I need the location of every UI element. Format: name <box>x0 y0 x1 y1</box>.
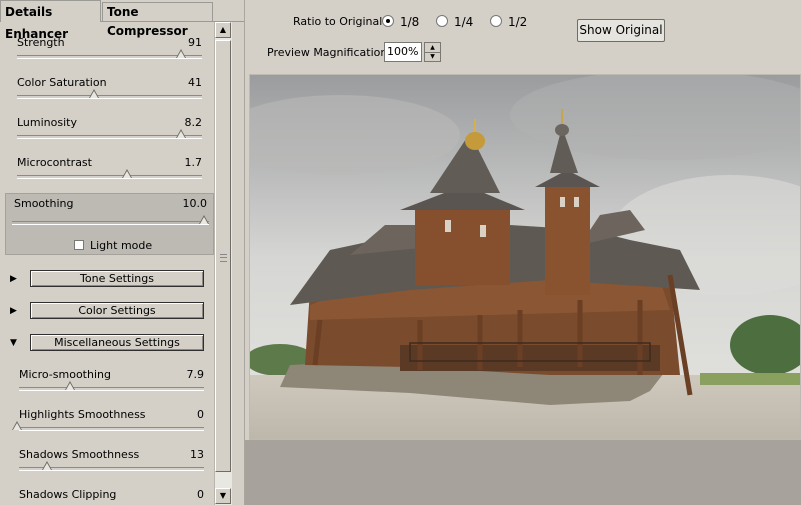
misc-settings-section: ▼ Miscellaneous Settings <box>0 332 214 354</box>
ratio-1-8-radio[interactable] <box>382 15 394 27</box>
highlights-smoothness-thumb[interactable] <box>12 421 22 430</box>
microcontrast-value: 1.7 <box>184 156 203 169</box>
microcontrast-thumb[interactable] <box>122 169 132 178</box>
color-saturation-label: Color Saturation <box>17 76 107 89</box>
tab-bar: Details Enhancer Tone Compressor <box>0 0 244 41</box>
highlights-smoothness-track[interactable] <box>19 427 204 431</box>
light-mode-label: Light mode <box>90 239 153 252</box>
ratio-1-4-radio[interactable] <box>436 15 448 27</box>
ratio-1-8-label: 1/8 <box>400 15 420 29</box>
settings-scroll-area: Strength 91 Color Saturation 41 Luminosi… <box>0 22 214 505</box>
spin-down-icon[interactable]: ▼ <box>425 52 440 61</box>
highlights-smoothness-value: 0 <box>197 408 204 421</box>
smoothing-label: Smoothing <box>14 197 74 210</box>
expand-arrow-icon[interactable]: ▶ <box>10 274 17 284</box>
preview-image <box>249 74 801 440</box>
micro-smoothing-slider-row: Micro-smoothing 7.9 <box>0 354 214 394</box>
shadows-clipping-label: Shadows Clipping <box>19 488 117 501</box>
shadows-smoothness-thumb[interactable] <box>41 461 52 470</box>
ratio-label: Ratio to Original: <box>293 15 387 28</box>
ratio-1-2-radio[interactable] <box>490 15 502 27</box>
magnification-input[interactable]: 100% <box>384 42 422 62</box>
shadows-smoothness-slider-row: Shadows Smoothness 13 <box>0 434 214 474</box>
micro-smoothing-thumb[interactable] <box>64 381 75 390</box>
luminosity-value: 8.2 <box>184 116 203 129</box>
shadows-smoothness-label: Shadows Smoothness <box>19 448 140 461</box>
strength-value: 91 <box>188 36 202 49</box>
smoothing-thumb[interactable] <box>199 215 209 224</box>
scroll-down-icon[interactable]: ▼ <box>215 488 231 504</box>
microcontrast-slider-row: Microcontrast 1.7 <box>0 142 214 182</box>
preview-toolbar: Ratio to Original: 1/8 1/4 1/2 Show Orig… <box>245 0 801 74</box>
smoothing-track[interactable] <box>12 221 209 225</box>
micro-smoothing-label: Micro-smoothing <box>19 368 111 381</box>
magnification-spinner[interactable]: ▲ ▼ <box>424 42 441 62</box>
shadows-smoothness-value: 13 <box>190 448 204 461</box>
grip-icon <box>220 254 227 262</box>
color-saturation-track[interactable] <box>17 95 202 99</box>
highlights-smoothness-label: Highlights Smoothness <box>19 408 146 421</box>
strength-track[interactable] <box>17 55 202 59</box>
ratio-1-2-label: 1/2 <box>508 15 528 29</box>
color-settings-section: ▶ Color Settings <box>0 300 214 322</box>
color-saturation-slider-row: Color Saturation 41 <box>0 62 214 102</box>
vertical-scrollbar[interactable]: ▲ ▼ <box>214 22 232 505</box>
luminosity-track[interactable] <box>17 135 202 139</box>
tab-tone-compressor[interactable]: Tone Compressor <box>102 2 213 38</box>
church-photo-illustration <box>250 75 800 439</box>
micro-smoothing-value: 7.9 <box>186 368 205 381</box>
misc-settings-button[interactable]: Miscellaneous Settings <box>30 334 204 351</box>
microcontrast-track[interactable] <box>17 175 202 179</box>
tab-details-enhancer[interactable]: Details Enhancer <box>0 0 101 41</box>
preview-panel: Ratio to Original: 1/8 1/4 1/2 Show Orig… <box>245 0 801 505</box>
scroll-up-icon[interactable]: ▲ <box>215 22 231 38</box>
scroll-thumb[interactable] <box>215 40 231 472</box>
show-original-button[interactable]: Show Original <box>577 19 665 42</box>
smoothing-value: 10.0 <box>182 197 208 210</box>
luminosity-slider-row: Luminosity 8.2 <box>0 102 214 142</box>
luminosity-thumb[interactable] <box>176 129 187 138</box>
color-saturation-value: 41 <box>188 76 202 89</box>
collapse-arrow-icon[interactable]: ▼ <box>10 338 17 348</box>
micro-smoothing-track[interactable] <box>19 387 204 391</box>
tone-settings-button[interactable]: Tone Settings <box>30 270 204 287</box>
strength-thumb[interactable] <box>176 49 187 58</box>
magnification-label: Preview Magnification: <box>267 46 392 59</box>
shadows-clipping-slider-row: Shadows Clipping 0 <box>0 474 214 505</box>
expand-arrow-icon[interactable]: ▶ <box>10 306 17 316</box>
highlights-smoothness-slider-row: Highlights Smoothness 0 <box>0 394 214 434</box>
smoothing-group: Smoothing 10.0 Light mode <box>5 193 214 255</box>
preview-background-area <box>245 440 801 505</box>
color-settings-button[interactable]: Color Settings <box>30 302 204 319</box>
ratio-1-4-label: 1/4 <box>454 15 474 29</box>
shadows-clipping-value: 0 <box>197 488 204 501</box>
luminosity-label: Luminosity <box>17 116 77 129</box>
tone-settings-section: ▶ Tone Settings <box>0 268 214 290</box>
color-saturation-thumb[interactable] <box>88 89 99 98</box>
microcontrast-label: Microcontrast <box>17 156 92 169</box>
light-mode-checkbox[interactable] <box>74 240 84 250</box>
settings-panel: Details Enhancer Tone Compressor Strengt… <box>0 0 245 505</box>
